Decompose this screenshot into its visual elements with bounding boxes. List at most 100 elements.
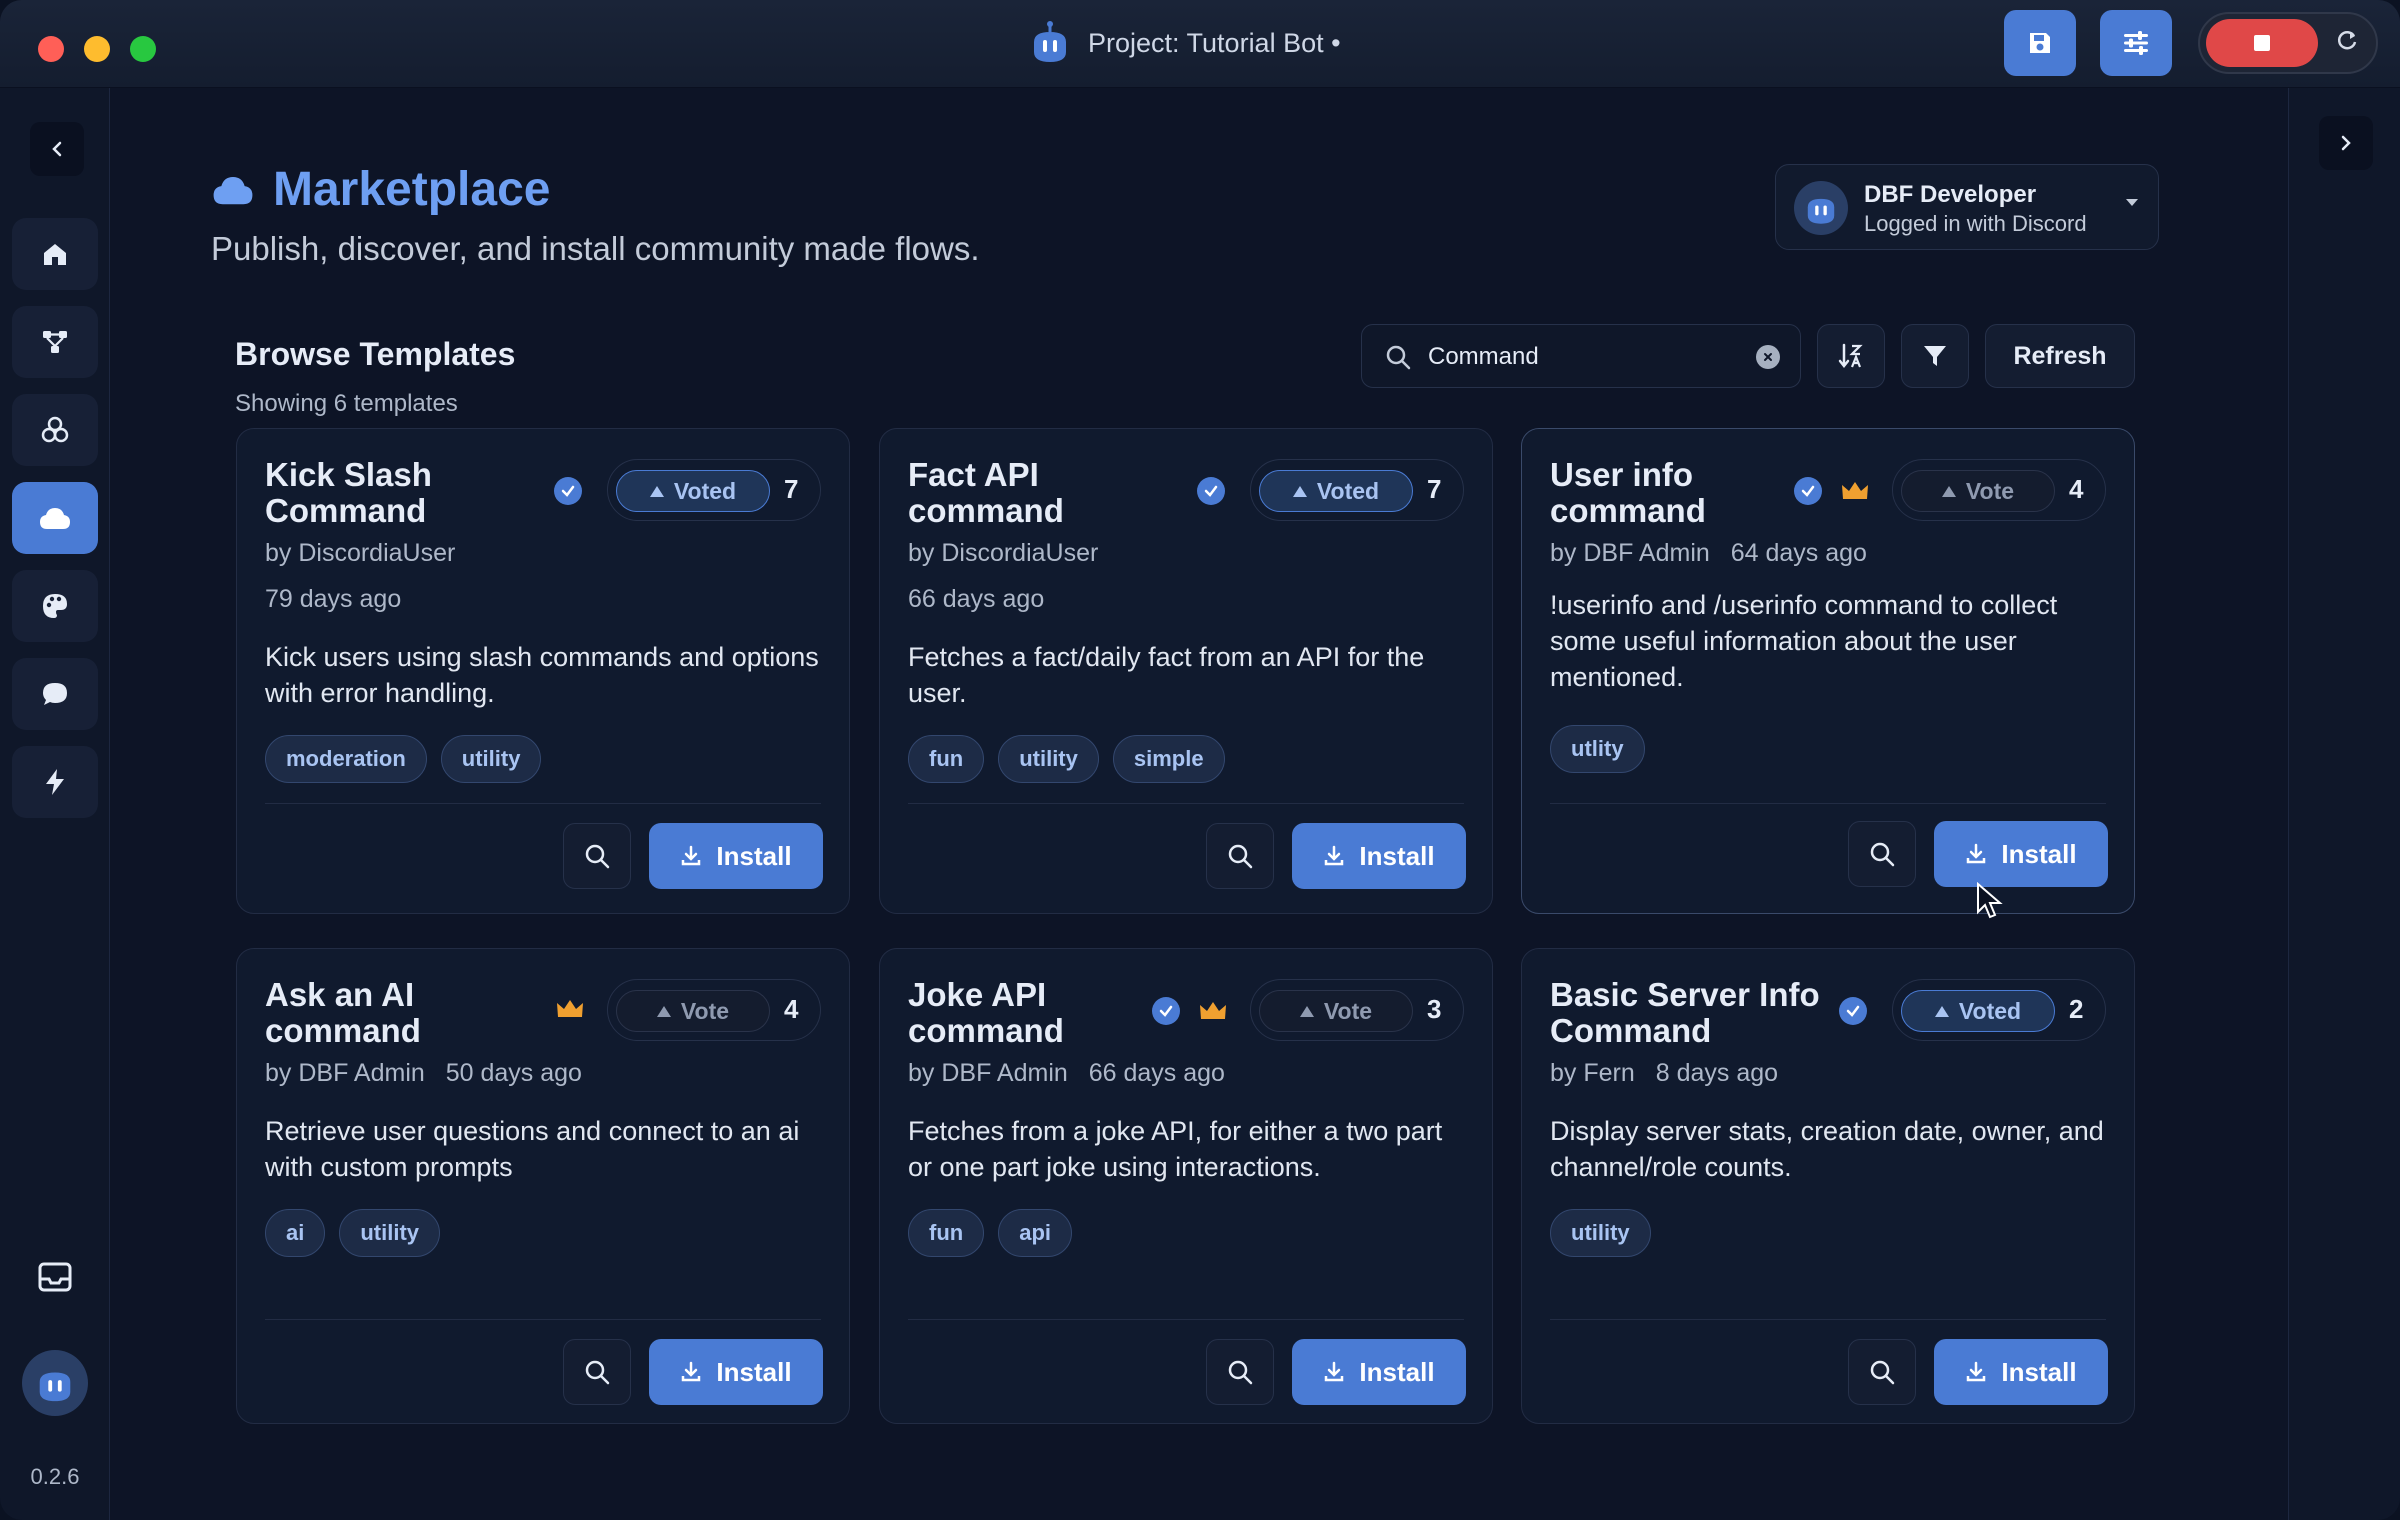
preview-button[interactable] [1848,1339,1916,1405]
sidebar-item-events[interactable] [12,746,98,818]
search-input[interactable] [1428,335,1748,379]
minimize-window-button[interactable] [84,36,110,62]
inbox-icon [38,1262,72,1292]
tag[interactable]: utility [339,1209,441,1257]
sidebar-item-marketplace[interactable] [12,482,98,554]
template-card: Fact API command Voted 7 by DiscordiaUse… [879,428,1493,914]
sidebar-item-flows[interactable] [12,306,98,378]
bot-avatar[interactable] [22,1350,88,1416]
tag[interactable]: api [998,1209,1072,1257]
inbox-button[interactable] [30,1252,80,1302]
tag[interactable]: utility [998,735,1099,783]
card-divider [908,1319,1464,1320]
sidebar-item-modules[interactable] [12,394,98,466]
template-author: by DiscordiaUser [265,539,456,567]
app-window: Project: Tutorial Bot • 0.2.6 Marketplac… [0,0,2400,1520]
tag[interactable]: ai [265,1209,326,1257]
template-tags: utility [1550,1209,1651,1257]
verified-icon [1152,997,1180,1025]
upvote-icon [1941,485,1956,497]
install-label: Install [1359,840,1435,871]
clear-search-button[interactable] [1756,345,1780,369]
title-bar: Project: Tutorial Bot • [0,0,2400,88]
window-title-group: Project: Tutorial Bot • [1030,18,1341,68]
preview-button[interactable] [563,1339,631,1405]
chevron-right-icon [2341,135,2351,151]
app-version: 0.2.6 [30,1464,80,1489]
tag[interactable]: moderation [265,735,427,783]
sort-icon [1838,343,1863,369]
tag[interactable]: fun [908,1209,985,1257]
save-button[interactable] [2004,10,2076,76]
sidebar-item-themes[interactable] [12,570,98,642]
vote-button[interactable]: Voted [1901,990,2055,1032]
restart-icon[interactable] [2334,28,2360,54]
chat-icon [43,683,67,705]
filter-icon [1924,346,1946,366]
search-icon [1386,345,1411,370]
upvote-icon [1292,485,1307,497]
template-author-date: by DBF Admin 50 days ago [265,1059,582,1088]
stop-icon [2254,35,2270,51]
install-button[interactable]: Install [1934,821,2108,887]
tag[interactable]: fun [908,735,985,783]
template-tags: ai utility [265,1209,441,1257]
tag[interactable]: simple [1112,735,1225,783]
stop-bot-button[interactable] [2206,19,2318,67]
preview-button[interactable] [1848,821,1916,887]
install-button[interactable]: Install [1292,1339,1466,1405]
modules-icon [41,416,69,443]
download-icon [1967,1361,1986,1382]
caret-down-icon [2126,199,2138,206]
vote-label: Voted [673,477,737,504]
preview-button[interactable] [1206,1339,1274,1405]
card-divider [265,1319,821,1320]
preview-button[interactable] [1206,823,1274,889]
vote-group: Voted 2 [1892,979,2106,1041]
vote-button[interactable]: Vote [616,990,770,1032]
palette-icon [43,594,67,618]
install-button[interactable]: Install [649,823,823,889]
close-window-button[interactable] [38,36,64,62]
template-badges [555,997,585,1021]
vote-button[interactable]: Voted [616,470,770,512]
upvote-icon [656,1005,671,1017]
refresh-button[interactable]: Refresh [1985,324,2135,388]
verified-icon [1839,997,1867,1025]
search-icon [1228,1360,1253,1385]
sidebar-item-home[interactable] [12,218,98,290]
expand-panel-button[interactable] [2319,116,2373,170]
page-title-text: Marketplace [273,163,551,216]
collapse-sidebar-button[interactable] [30,122,84,176]
close-icon [1764,353,1772,361]
maximize-window-button[interactable] [130,36,156,62]
upvote-icon [1299,1005,1314,1017]
flows-icon [43,331,67,353]
vote-button[interactable]: Vote [1901,470,2055,512]
preview-button[interactable] [563,823,631,889]
download-icon [1967,843,1986,864]
settings-button[interactable] [2100,10,2172,76]
sort-button[interactable] [1817,324,1885,388]
vote-button[interactable]: Vote [1259,990,1413,1032]
tag[interactable]: utlity [1550,725,1645,773]
home-icon [44,244,66,265]
search-icon [1870,1360,1895,1385]
card-divider [1550,803,2106,804]
template-badges [1197,477,1225,505]
template-tags: utlity [1550,725,1645,773]
tag[interactable]: utility [440,735,542,783]
save-icon [2030,33,2050,53]
vote-label: Vote [1965,477,2015,504]
window-title: Project: Tutorial Bot • [1088,27,1341,58]
crown-icon [1842,482,1868,499]
vote-button[interactable]: Voted [1259,470,1413,512]
card-divider [1550,1319,2106,1320]
install-button[interactable]: Install [1934,1339,2108,1405]
install-button[interactable]: Install [1292,823,1466,889]
tag[interactable]: utility [1550,1209,1651,1257]
install-button[interactable]: Install [649,1339,823,1405]
filter-button[interactable] [1901,324,1969,388]
sidebar-item-chat[interactable] [12,658,98,730]
user-account-menu[interactable]: DBF Developer Logged in with Discord [1775,164,2159,250]
